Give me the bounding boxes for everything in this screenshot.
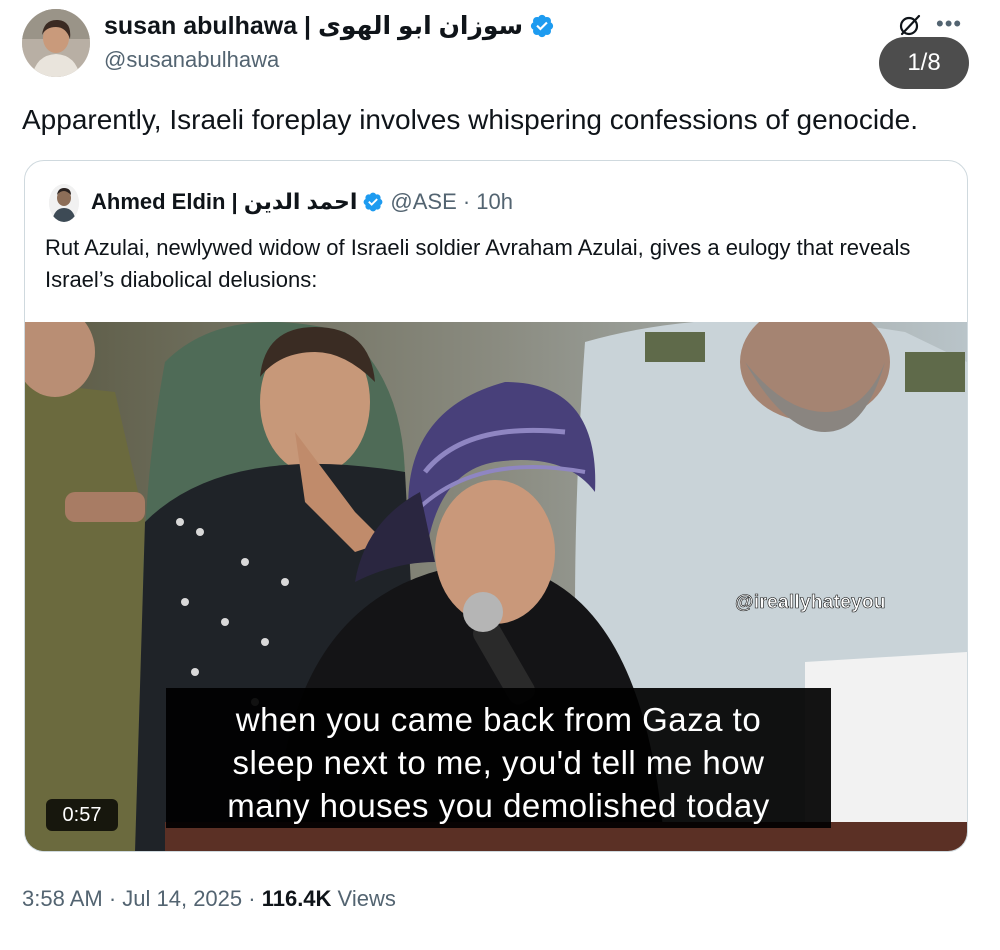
verified-badge-icon <box>363 192 383 212</box>
quoted-tweet-header: Ahmed Eldin | احمد الدين @ASE · 10h <box>91 187 513 217</box>
quoted-author-name[interactable]: Ahmed Eldin | احمد الدين <box>91 187 357 217</box>
media-counter: 1/8 <box>879 37 969 89</box>
video-player[interactable]: @ireallyhateyou when you came back from … <box>25 322 967 851</box>
video-duration: 0:57 <box>46 799 118 831</box>
verified-badge-icon <box>531 14 554 38</box>
views-label: Views <box>331 886 396 911</box>
video-caption: when you came back from Gaza to sleep ne… <box>166 688 831 828</box>
views-count[interactable]: 116.4K <box>262 886 332 911</box>
video-watermark: @ireallyhateyou <box>735 592 886 614</box>
tweet-footer: 3:58 AM · Jul 14, 2025 · 116.4K Views <box>22 884 396 914</box>
caption-line: when you came back from Gaza to <box>235 701 762 738</box>
author-name-text[interactable]: susan abulhawa | سوزان ابو الهوى <box>104 10 523 42</box>
tweet-text: Apparently, Israeli foreplay involves wh… <box>22 104 918 135</box>
grok-icon[interactable] <box>897 12 923 38</box>
author-name[interactable]: susan abulhawa | سوزان ابو الهوى <box>104 10 555 42</box>
quoted-handle-time: @ASE · 10h <box>390 189 514 214</box>
caption-line: sleep next to me, you'd tell me how <box>232 744 765 781</box>
tweet-timestamp[interactable]: 3:58 AM · Jul 14, 2025 · <box>22 886 262 911</box>
author-handle[interactable]: @susanabulhawa <box>104 46 279 74</box>
quoted-author-avatar[interactable] <box>49 184 79 222</box>
quoted-tweet-card[interactable]: Ahmed Eldin | احمد الدين @ASE · 10h Rut … <box>24 160 968 852</box>
author-avatar[interactable] <box>22 9 90 77</box>
caption-line: many houses you demolished today <box>227 787 770 824</box>
more-options-icon[interactable]: ••• <box>936 12 970 36</box>
quoted-tweet-text: Rut Azulai, newlywed widow of Israeli so… <box>45 235 911 292</box>
